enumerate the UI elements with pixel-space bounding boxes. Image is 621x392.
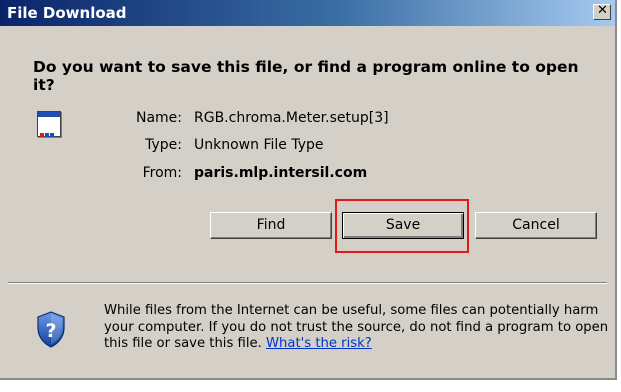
svg-text:?: ? xyxy=(45,320,56,342)
find-button[interactable]: Find xyxy=(210,212,332,239)
divider xyxy=(8,282,607,284)
title-bar[interactable]: File Download ✕ xyxy=(0,0,615,26)
file-type-icon xyxy=(37,111,61,137)
type-value: Unknown File Type xyxy=(194,137,324,153)
background-strip xyxy=(0,382,621,392)
security-shield-question-icon: ? xyxy=(36,311,66,348)
security-warning-text: While files from the Internet can be use… xyxy=(104,303,612,353)
close-button[interactable]: ✕ xyxy=(593,3,611,20)
name-value: RGB.chroma.Meter.setup[3] xyxy=(194,110,389,126)
from-value: paris.mlp.intersil.com xyxy=(194,165,368,181)
cancel-button[interactable]: Cancel xyxy=(475,212,597,239)
file-download-dialog: File Download ✕ Do you want to save this… xyxy=(0,0,617,380)
whats-the-risk-link[interactable]: What's the risk? xyxy=(266,336,372,351)
window-title: File Download xyxy=(7,4,127,22)
name-label: Name: xyxy=(135,110,182,126)
from-label: From: xyxy=(142,165,182,181)
dialog-question: Do you want to save this file, or find a… xyxy=(33,58,579,94)
close-icon: ✕ xyxy=(597,3,608,18)
save-highlight-box xyxy=(335,199,469,253)
type-label: Type: xyxy=(145,137,182,153)
